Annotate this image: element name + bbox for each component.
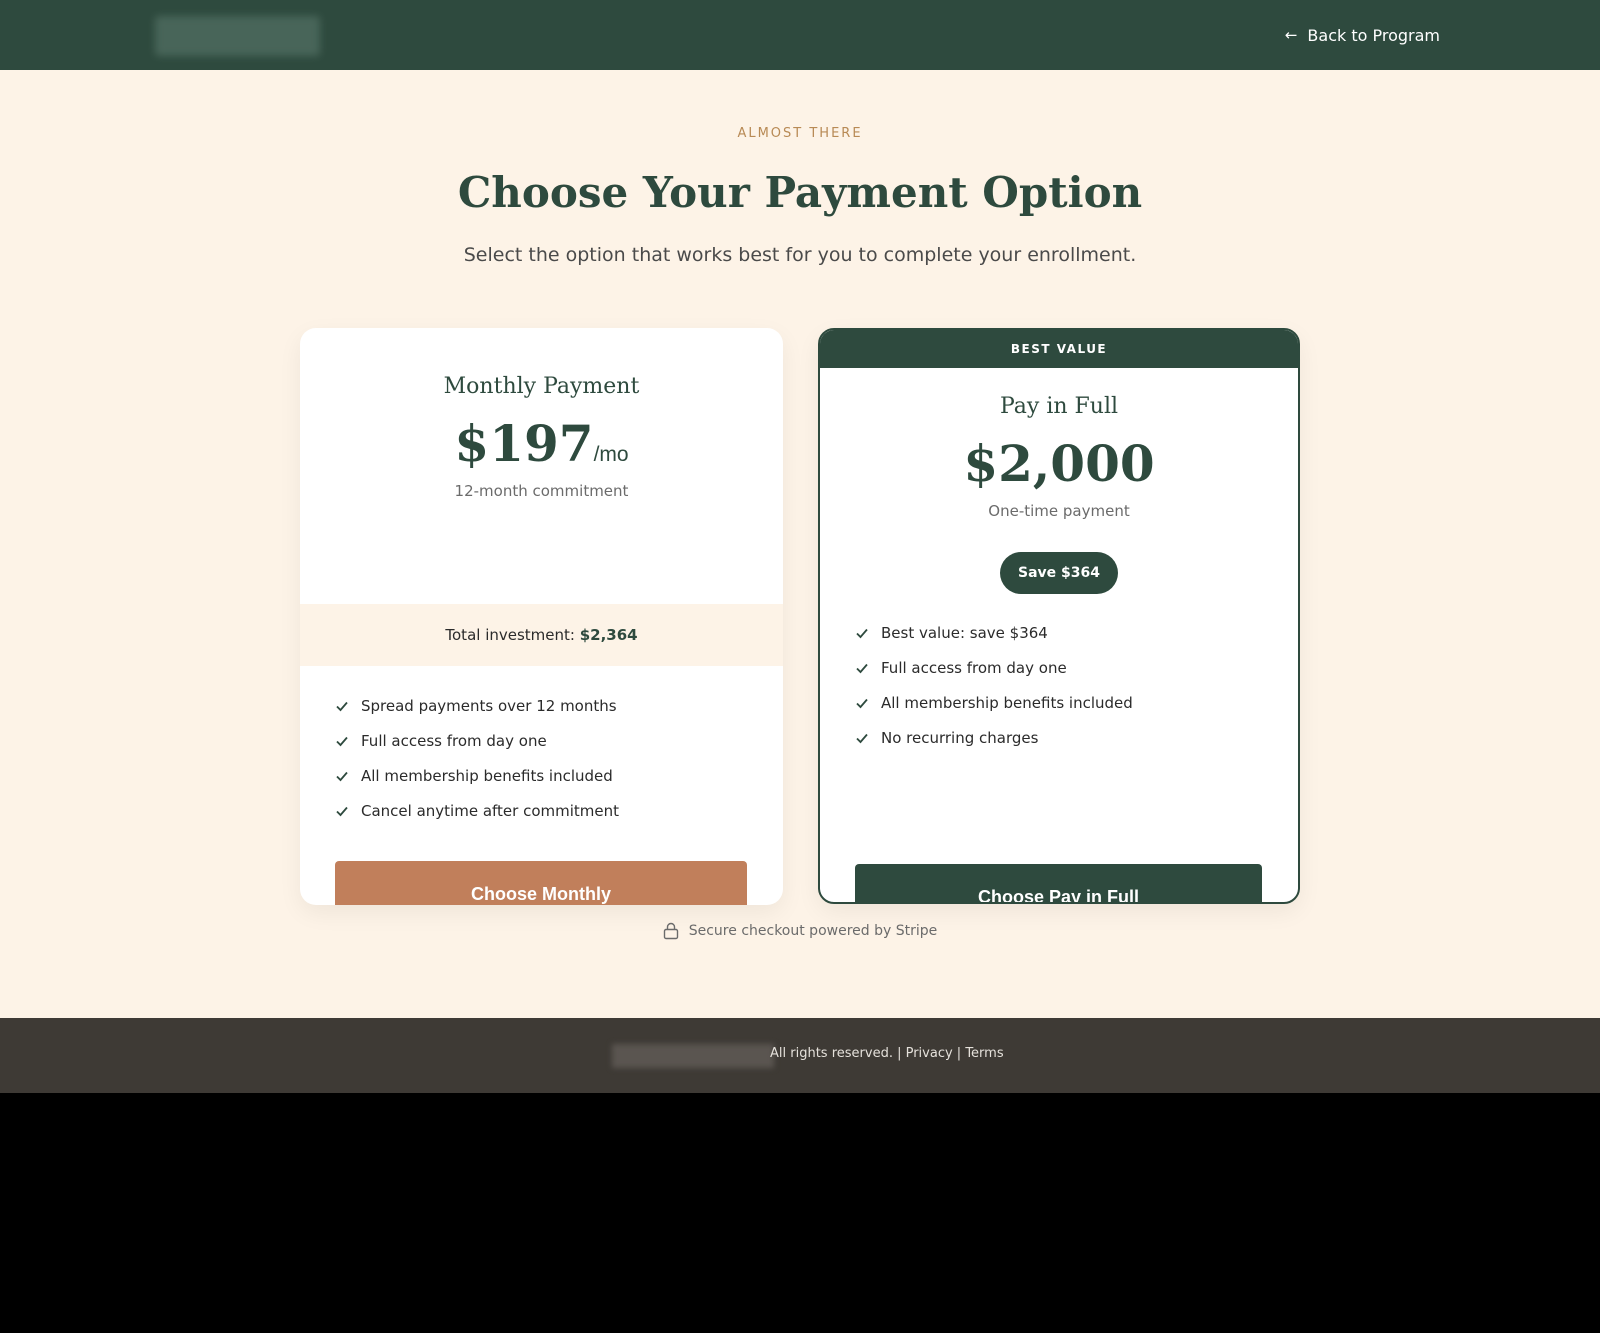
feature-text: Spread payments over 12 months	[361, 696, 617, 715]
plan-price: $197/mo	[300, 414, 783, 473]
list-item: No recurring charges	[855, 720, 1133, 755]
list-item: All membership benefits included	[855, 685, 1133, 720]
feature-text: Best value: save $364	[881, 623, 1048, 642]
price-note: One-time payment	[988, 502, 1130, 520]
page-subtitle: Select the option that works best for yo…	[463, 244, 1137, 266]
list-item: Cancel anytime after commitment	[335, 793, 619, 828]
monthly-plan-card: Monthly Payment $197/mo 12-month commitm…	[300, 328, 783, 905]
price-unit: /mo	[593, 443, 629, 466]
total-investment: Total investment: $2,364	[300, 604, 783, 666]
secure-text: Secure checkout powered by Stripe	[688, 923, 938, 939]
check-icon	[856, 733, 868, 743]
secure-checkout-note: Secure checkout powered by Stripe	[0, 922, 1600, 940]
check-icon	[856, 663, 868, 673]
price-amount: $197	[454, 414, 594, 473]
check-icon	[336, 806, 348, 816]
feature-text: Full access from day one	[881, 658, 1067, 677]
total-value: $2,364	[579, 626, 638, 644]
list-item: All membership benefits included	[335, 758, 619, 793]
arrow-left-icon: ←	[1284, 25, 1298, 44]
choose-pay-in-full-button[interactable]: Choose Pay in Full	[855, 864, 1262, 902]
feature-text: All membership benefits included	[361, 766, 613, 785]
footer-text: All rights reserved. | Privacy | Terms	[770, 1046, 1004, 1061]
check-icon	[336, 701, 348, 711]
list-item: Full access from day one	[335, 723, 619, 758]
back-to-program-link[interactable]: ← Back to Program	[1285, 22, 1440, 48]
copyright-redacted	[612, 1044, 774, 1068]
total-label: Total investment:	[445, 626, 580, 644]
pay-in-full-plan-card: BEST VALUE Pay in Full $2,000 One-time p…	[818, 328, 1300, 904]
save-badge: Save $364	[1000, 552, 1118, 594]
footer-separator: |	[952, 1046, 966, 1061]
check-icon	[856, 698, 868, 708]
eyebrow-label: ALMOST THERE	[737, 126, 863, 141]
lock-icon	[663, 922, 678, 940]
plan-price: $2,000	[820, 434, 1298, 493]
terms-link[interactable]: Terms	[965, 1046, 1003, 1061]
back-link-label: Back to Program	[1307, 25, 1440, 45]
feature-list: Best value: save $364 Full access from d…	[855, 615, 1133, 755]
price-amount: $2,000	[963, 434, 1155, 493]
plan-name: Monthly Payment	[443, 374, 640, 399]
rights-text: All rights reserved. |	[770, 1046, 906, 1061]
page-title: Choose Your Payment Option	[457, 168, 1143, 217]
privacy-link[interactable]: Privacy	[906, 1046, 953, 1061]
choose-monthly-button[interactable]: Choose Monthly	[335, 861, 747, 905]
feature-text: No recurring charges	[881, 728, 1039, 747]
price-note: 12-month commitment	[454, 482, 629, 500]
check-icon	[856, 628, 868, 638]
list-item: Spread payments over 12 months	[335, 688, 619, 723]
best-value-ribbon: BEST VALUE	[820, 330, 1298, 368]
site-footer: All rights reserved. | Privacy | Terms	[0, 1018, 1600, 1093]
logo-redacted[interactable]	[155, 16, 320, 56]
feature-list: Spread payments over 12 months Full acce…	[335, 688, 619, 828]
feature-text: All membership benefits included	[881, 693, 1133, 712]
check-icon	[336, 736, 348, 746]
main-content: ALMOST THERE Choose Your Payment Option …	[0, 70, 1600, 1018]
plan-name: Pay in Full	[999, 394, 1119, 419]
site-header: ← Back to Program	[0, 0, 1600, 70]
feature-text: Full access from day one	[361, 731, 547, 750]
list-item: Full access from day one	[855, 650, 1133, 685]
check-icon	[336, 771, 348, 781]
feature-text: Cancel anytime after commitment	[361, 801, 619, 820]
list-item: Best value: save $364	[855, 615, 1133, 650]
